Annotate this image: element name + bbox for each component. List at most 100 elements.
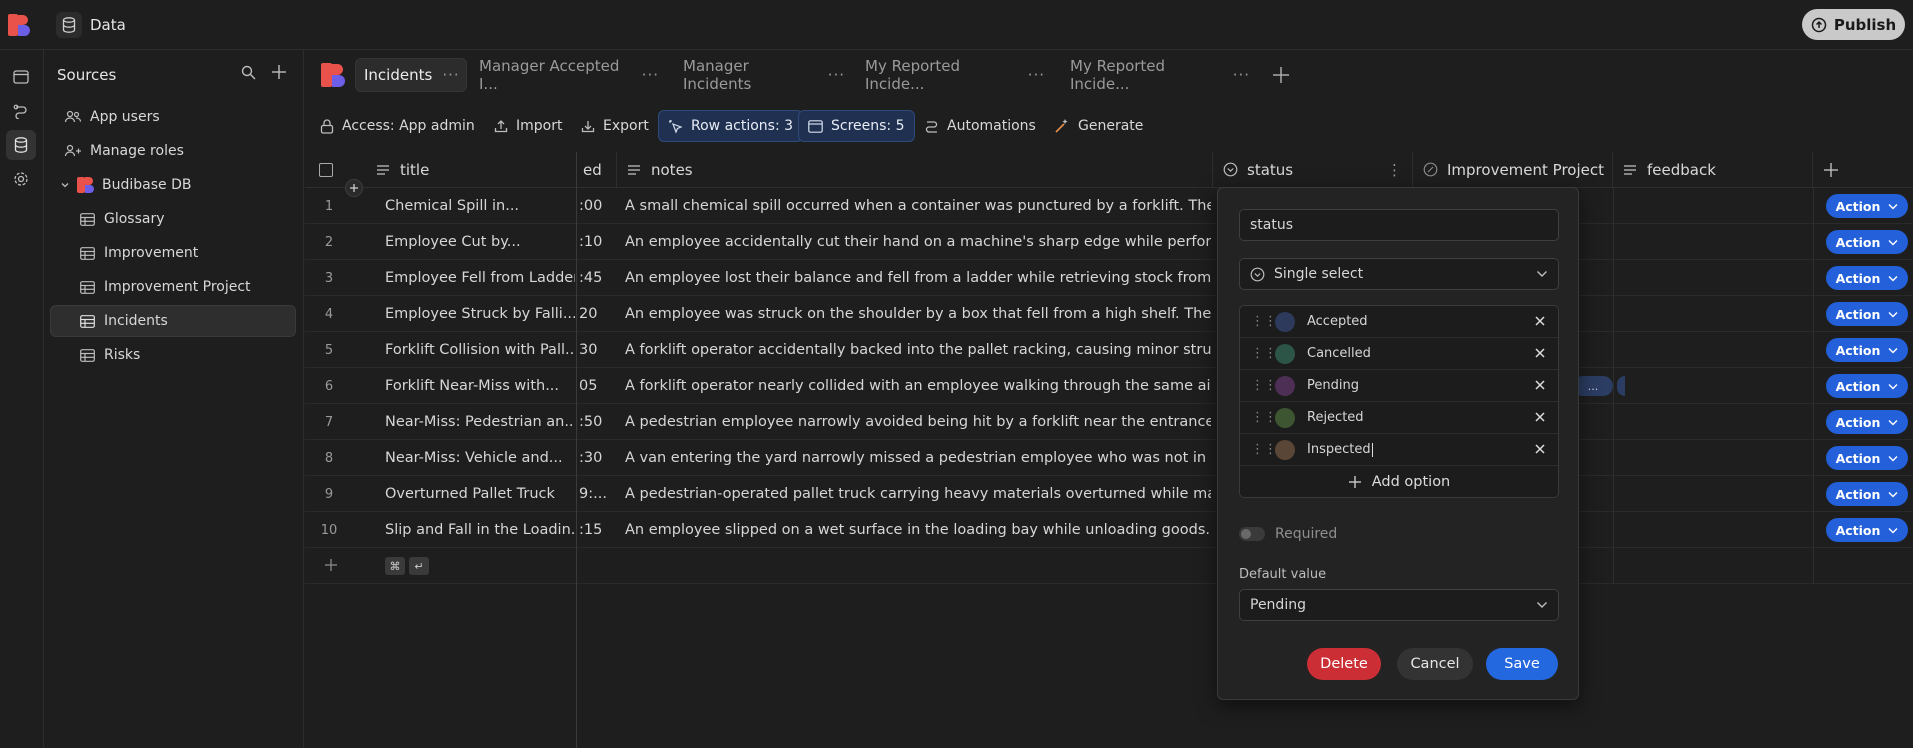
publish-button[interactable]: Publish <box>1802 9 1905 40</box>
close-icon[interactable] <box>1534 315 1546 327</box>
chevron-down-icon[interactable] <box>60 180 72 190</box>
add-option-button[interactable]: Add option <box>1240 466 1558 498</box>
drag-handle-icon[interactable]: ⋮⋮ <box>1251 314 1277 329</box>
delete-button[interactable]: Delete <box>1307 648 1381 680</box>
option-color-swatch[interactable] <box>1275 439 1295 460</box>
cell-date[interactable]: 20 <box>579 296 615 332</box>
search-icon[interactable] <box>241 65 256 84</box>
drag-handle-icon[interactable]: ⋮⋮ <box>1251 346 1277 361</box>
tab-incidents[interactable]: Incidents ··· <box>355 58 467 92</box>
add-row-icon[interactable] <box>345 179 363 197</box>
option-label[interactable]: Accepted <box>1307 314 1368 329</box>
cell-notes[interactable]: An employee slipped on a wet surface in … <box>619 512 1211 548</box>
option-item[interactable]: ⋮⋮ Inspected <box>1240 434 1558 466</box>
action-button[interactable]: Action <box>1826 338 1908 362</box>
cell-notes[interactable]: A pedestrian employee narrowly avoided b… <box>619 404 1211 440</box>
access-button[interactable]: Access: App admin <box>311 110 484 142</box>
drag-handle-icon[interactable]: ⋮⋮ <box>1251 378 1277 393</box>
source-item-manage-roles[interactable]: Manage roles <box>50 135 296 167</box>
automation-nav-icon[interactable] <box>6 96 36 126</box>
cell-notes[interactable]: An employee accidentally cut their hand … <box>619 224 1211 260</box>
automations-button[interactable]: Automations <box>915 110 1045 142</box>
save-button[interactable]: Save <box>1486 648 1558 680</box>
cell-notes[interactable]: A small chemical spill occurred when a c… <box>619 188 1211 224</box>
cell-notes[interactable]: An employee lost their balance and fell … <box>619 260 1211 296</box>
data-nav-icon[interactable] <box>6 130 36 160</box>
tab-my-reported-2[interactable]: My Reported Incide... ··· <box>1062 57 1258 93</box>
tab-menu-icon[interactable]: ··· <box>828 66 845 84</box>
option-color-swatch[interactable] <box>1275 407 1295 428</box>
add-column-button[interactable] <box>1813 152 1913 188</box>
option-item[interactable]: ⋮⋮ Pending <box>1240 370 1558 402</box>
cell-date[interactable]: :50 <box>579 404 615 440</box>
action-button[interactable]: Action <box>1826 230 1908 254</box>
add-source-icon[interactable] <box>271 64 287 84</box>
tab-menu-icon[interactable]: ··· <box>1233 66 1250 84</box>
budibase-logo-icon[interactable] <box>8 14 30 36</box>
relationship-pill[interactable]: ... <box>1573 376 1613 396</box>
tab-menu-icon[interactable]: ··· <box>1028 66 1045 84</box>
action-button[interactable]: Action <box>1826 446 1908 470</box>
option-color-swatch[interactable] <box>1275 311 1295 332</box>
action-button[interactable]: Action <box>1826 266 1908 290</box>
toggle-switch[interactable] <box>1239 527 1265 541</box>
option-item[interactable]: ⋮⋮ Accepted <box>1240 306 1558 338</box>
source-item-improvement[interactable]: Improvement <box>50 237 296 269</box>
close-icon[interactable] <box>1534 347 1546 359</box>
required-toggle[interactable]: Required <box>1239 526 1337 542</box>
action-button[interactable]: Action <box>1826 482 1908 506</box>
add-view-icon[interactable] <box>1272 66 1290 88</box>
tab-manager-accepted[interactable]: Manager Accepted I... ··· <box>471 57 667 93</box>
option-item[interactable]: ⋮⋮ Rejected <box>1240 402 1558 434</box>
header-notes[interactable]: notes <box>617 152 1213 188</box>
drag-handle-icon[interactable]: ⋮⋮ <box>1251 410 1277 425</box>
screens-nav-icon[interactable] <box>6 62 36 92</box>
settings-nav-icon[interactable] <box>6 164 36 194</box>
source-item-improvement-project[interactable]: Improvement Project <box>50 271 296 303</box>
cell-date[interactable]: 30 <box>579 332 615 368</box>
cell-notes[interactable]: A pedestrian-operated pallet truck carry… <box>619 476 1211 512</box>
cancel-button[interactable]: Cancel <box>1397 648 1473 680</box>
cell-notes[interactable]: An employee was struck on the shoulder b… <box>619 296 1211 332</box>
cell-date[interactable]: 05 <box>579 368 615 404</box>
source-item-glossary[interactable]: Glossary <box>50 203 296 235</box>
source-item-incidents[interactable]: Incidents <box>50 305 296 337</box>
close-icon[interactable] <box>1534 443 1546 455</box>
action-button[interactable]: Action <box>1826 518 1908 542</box>
cell-date[interactable]: :15 <box>579 512 615 548</box>
tab-my-reported-1[interactable]: My Reported Incide... ··· <box>857 57 1053 93</box>
option-label[interactable]: Cancelled <box>1307 346 1371 361</box>
cell-date[interactable]: :10 <box>579 224 615 260</box>
option-label[interactable]: Rejected <box>1307 410 1364 425</box>
action-button[interactable]: Action <box>1826 374 1908 398</box>
import-button[interactable]: Import <box>485 110 571 142</box>
export-button[interactable]: Export <box>572 110 658 142</box>
close-icon[interactable] <box>1534 411 1546 423</box>
cell-date[interactable]: 9:... <box>579 476 615 512</box>
tab-menu-icon[interactable]: ··· <box>442 66 459 84</box>
option-color-swatch[interactable] <box>1275 375 1295 396</box>
source-item-budibase-db[interactable]: Budibase DB <box>50 169 296 201</box>
cell-notes[interactable]: A van entering the yard narrowly missed … <box>619 440 1211 476</box>
option-label[interactable]: Inspected <box>1307 442 1371 457</box>
column-name-input[interactable]: status <box>1239 209 1559 241</box>
option-color-swatch[interactable] <box>1275 343 1295 364</box>
screens-button[interactable]: Screens: 5 <box>798 110 915 142</box>
default-value-select[interactable]: Pending <box>1239 589 1559 621</box>
cell-date[interactable]: :45 <box>579 260 615 296</box>
drag-handle-icon[interactable]: ⋮⋮ <box>1251 442 1277 457</box>
close-icon[interactable] <box>1534 379 1546 391</box>
cell-date[interactable]: :00 <box>579 188 615 224</box>
cell-notes[interactable]: A forklift operator nearly collided with… <box>619 368 1211 404</box>
header-status[interactable]: status ⋮ <box>1213 152 1413 188</box>
cell-notes[interactable]: A forklift operator accidentally backed … <box>619 332 1211 368</box>
option-label[interactable]: Pending <box>1307 378 1359 393</box>
row-actions-button[interactable]: Row actions: 3 <box>658 110 804 142</box>
source-item-app-users[interactable]: App users <box>50 101 296 133</box>
cell-date[interactable]: :30 <box>579 440 615 476</box>
header-date[interactable]: ed <box>577 152 617 188</box>
action-button[interactable]: Action <box>1826 302 1908 326</box>
tab-manager-incidents[interactable]: Manager Incidents ··· <box>675 57 853 93</box>
column-type-select[interactable]: Single select <box>1239 258 1559 290</box>
column-menu-icon[interactable]: ⋮ <box>1387 161 1402 179</box>
